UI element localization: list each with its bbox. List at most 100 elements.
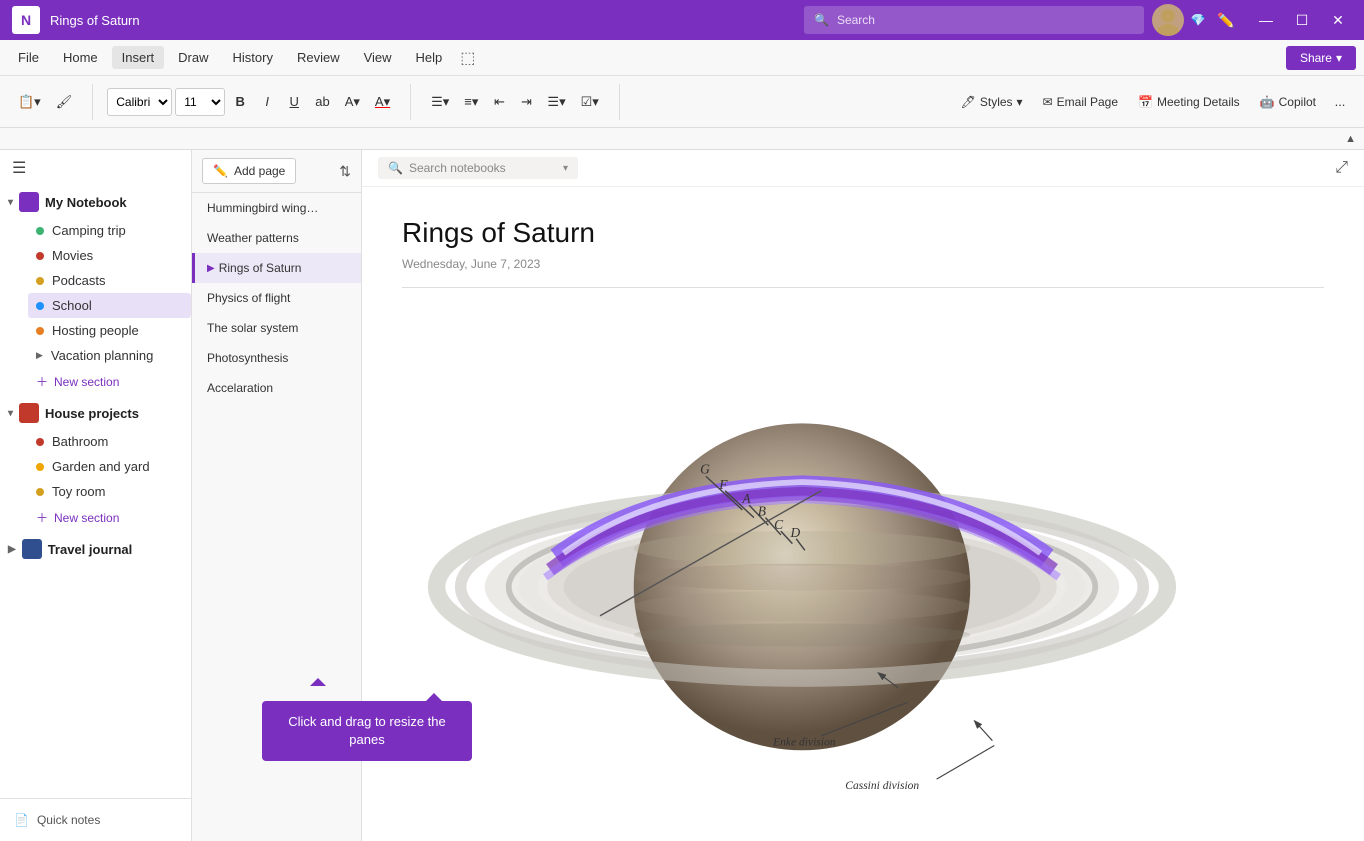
content-toolbar: 🔍 Search notebooks ▾ ⤢ bbox=[362, 150, 1364, 187]
notebook-house-projects-label: House projects bbox=[45, 406, 139, 421]
search-notebooks-box[interactable]: 🔍 Search notebooks ▾ bbox=[378, 157, 578, 179]
italic-button[interactable]: I bbox=[255, 88, 279, 116]
menu-history[interactable]: History bbox=[223, 46, 283, 69]
svg-text:Enke division: Enke division bbox=[772, 737, 836, 749]
ribbon-sep-1 bbox=[92, 84, 93, 120]
checkbox-button[interactable]: ☑▾ bbox=[575, 88, 605, 116]
font-family-select[interactable]: Calibri bbox=[107, 88, 172, 116]
styles-icon: 🖊 bbox=[961, 95, 976, 109]
ribbon-sep-2 bbox=[410, 84, 411, 120]
chevron-down-icon: ▾ bbox=[8, 197, 13, 208]
share-chevron: ▾ bbox=[1336, 51, 1342, 65]
section-dot bbox=[36, 438, 44, 446]
sidebar-item-bathroom[interactable]: Bathroom bbox=[28, 429, 191, 454]
menu-review[interactable]: Review bbox=[287, 46, 350, 69]
more-options-button[interactable]: ... bbox=[1328, 88, 1352, 116]
sidebar-item-movies[interactable]: Movies bbox=[28, 243, 191, 268]
page-date: Wednesday, June 7, 2023 bbox=[402, 257, 1324, 271]
page-the-solar-system[interactable]: The solar system bbox=[192, 313, 361, 343]
tooltip-pointer bbox=[310, 678, 326, 686]
bold-button[interactable]: B bbox=[228, 88, 252, 116]
menu-home[interactable]: Home bbox=[53, 46, 108, 69]
menu-file[interactable]: File bbox=[8, 46, 49, 69]
sidebar-item-camping-trip[interactable]: Camping trip bbox=[28, 218, 191, 243]
premium-icon[interactable]: 💎 bbox=[1184, 6, 1212, 34]
menu-help[interactable]: Help bbox=[406, 46, 453, 69]
copilot-label: Copilot bbox=[1279, 95, 1316, 109]
ribbon-collapse-toggle[interactable]: ⬚ bbox=[460, 48, 475, 68]
page-accelaration[interactable]: Accelaration bbox=[192, 373, 361, 403]
highlight-button[interactable]: A▾ bbox=[339, 88, 366, 116]
notebook-my-notebook-header[interactable]: ▾ My Notebook bbox=[0, 186, 191, 218]
svg-text:B: B bbox=[758, 504, 766, 519]
page-title[interactable]: Rings of Saturn bbox=[402, 217, 1324, 249]
strikethrough-button[interactable]: ab bbox=[309, 88, 335, 116]
menu-insert[interactable]: Insert bbox=[112, 46, 165, 69]
meeting-details-button[interactable]: 📅 Meeting Details bbox=[1130, 91, 1248, 113]
search-notebooks-label: Search notebooks bbox=[409, 161, 506, 175]
ribbon-collapse-arrow[interactable]: ▲ bbox=[1345, 133, 1356, 145]
sidebar-item-podcasts[interactable]: Podcasts bbox=[28, 268, 191, 293]
minimize-button[interactable]: — bbox=[1252, 6, 1280, 34]
page-rings-of-saturn[interactable]: ▶ Rings of Saturn bbox=[192, 253, 361, 283]
plus-icon: ＋ bbox=[36, 509, 48, 526]
saturn-illustration: G F A B C D bbox=[402, 308, 1202, 811]
font-color-button[interactable]: A▾ bbox=[369, 88, 396, 116]
search-chevron: ▾ bbox=[563, 163, 568, 174]
paste-button[interactable]: 📋▾ bbox=[12, 88, 47, 116]
new-section-button-2[interactable]: ＋ New section bbox=[28, 504, 191, 531]
paragraph-group: ☰▾ ≡▾ ⇤ ⇥ ☰▾ ☑▾ bbox=[421, 88, 609, 116]
email-page-label: Email Page bbox=[1057, 95, 1118, 109]
add-page-button[interactable]: ✏️ Add page bbox=[202, 158, 296, 184]
new-section-label: New section bbox=[54, 375, 119, 389]
hamburger-button[interactable]: ☰ bbox=[0, 150, 191, 186]
email-icon: ✉ bbox=[1043, 95, 1053, 109]
section-label: Garden and yard bbox=[52, 459, 150, 474]
notebook-house-projects-header[interactable]: ▾ House projects bbox=[0, 397, 191, 429]
search-input[interactable] bbox=[837, 13, 1134, 27]
menu-bar: File Home Insert Draw History Review Vie… bbox=[0, 40, 1364, 76]
sidebar: ☰ ▾ My Notebook Camping trip Movies bbox=[0, 150, 192, 841]
add-icon: ✏️ bbox=[213, 164, 228, 178]
page-photosynthesis[interactable]: Photosynthesis bbox=[192, 343, 361, 373]
copilot-button[interactable]: 🤖 Copilot bbox=[1252, 91, 1324, 113]
sidebar-item-school[interactable]: School bbox=[28, 293, 191, 318]
increase-indent-button[interactable]: ⇥ bbox=[514, 88, 538, 116]
sidebar-resize-handle[interactable] bbox=[189, 150, 195, 841]
draw-icon[interactable]: ✏️ bbox=[1212, 6, 1240, 34]
expand-content-button[interactable]: ⤢ bbox=[1335, 159, 1348, 177]
page-hummingbird[interactable]: Hummingbird wing… bbox=[192, 193, 361, 223]
quick-notes-button[interactable]: 📄 Quick notes bbox=[8, 807, 183, 833]
underline-button[interactable]: U bbox=[282, 88, 306, 116]
sort-pages-button[interactable]: ⇅ bbox=[339, 163, 351, 180]
align-button[interactable]: ☰▾ bbox=[541, 88, 571, 116]
maximize-button[interactable]: ☐ bbox=[1288, 6, 1316, 34]
email-page-button[interactable]: ✉ Email Page bbox=[1035, 91, 1126, 113]
notebook-my-notebook: ▾ My Notebook Camping trip Movies Podcas… bbox=[0, 186, 191, 395]
font-size-select[interactable]: 11 bbox=[175, 88, 225, 116]
title-search-box[interactable]: 🔍 bbox=[804, 6, 1144, 34]
styles-button[interactable]: 🖊 Styles ▾ bbox=[953, 91, 1031, 113]
share-button[interactable]: Share ▾ bbox=[1286, 46, 1356, 70]
page-physics-of-flight[interactable]: Physics of flight bbox=[192, 283, 361, 313]
sidebar-item-vacation-planning[interactable]: ▶ Vacation planning bbox=[28, 343, 191, 368]
notebook-icon bbox=[19, 403, 39, 423]
notebook-travel-journal-header[interactable]: ▶ Travel journal bbox=[0, 533, 191, 565]
section-dot bbox=[36, 463, 44, 471]
page-weather-patterns[interactable]: Weather patterns bbox=[192, 223, 361, 253]
page-content: Rings of Saturn Wednesday, June 7, 2023 bbox=[362, 187, 1364, 841]
sidebar-item-garden-and-yard[interactable]: Garden and yard bbox=[28, 454, 191, 479]
new-section-label: New section bbox=[54, 511, 119, 525]
menu-view[interactable]: View bbox=[354, 46, 402, 69]
close-button[interactable]: ✕ bbox=[1324, 6, 1352, 34]
notebook-icon bbox=[22, 539, 42, 559]
sidebar-item-toy-room[interactable]: Toy room bbox=[28, 479, 191, 504]
new-section-button-1[interactable]: ＋ New section bbox=[28, 368, 191, 395]
format-painter-button[interactable]: 🖌 bbox=[50, 88, 79, 116]
bullets-button[interactable]: ☰▾ bbox=[425, 88, 455, 116]
sidebar-item-hosting-people[interactable]: Hosting people bbox=[28, 318, 191, 343]
avatar[interactable] bbox=[1152, 4, 1184, 36]
numbering-button[interactable]: ≡▾ bbox=[458, 88, 484, 116]
menu-draw[interactable]: Draw bbox=[168, 46, 218, 69]
decrease-indent-button[interactable]: ⇤ bbox=[487, 88, 511, 116]
